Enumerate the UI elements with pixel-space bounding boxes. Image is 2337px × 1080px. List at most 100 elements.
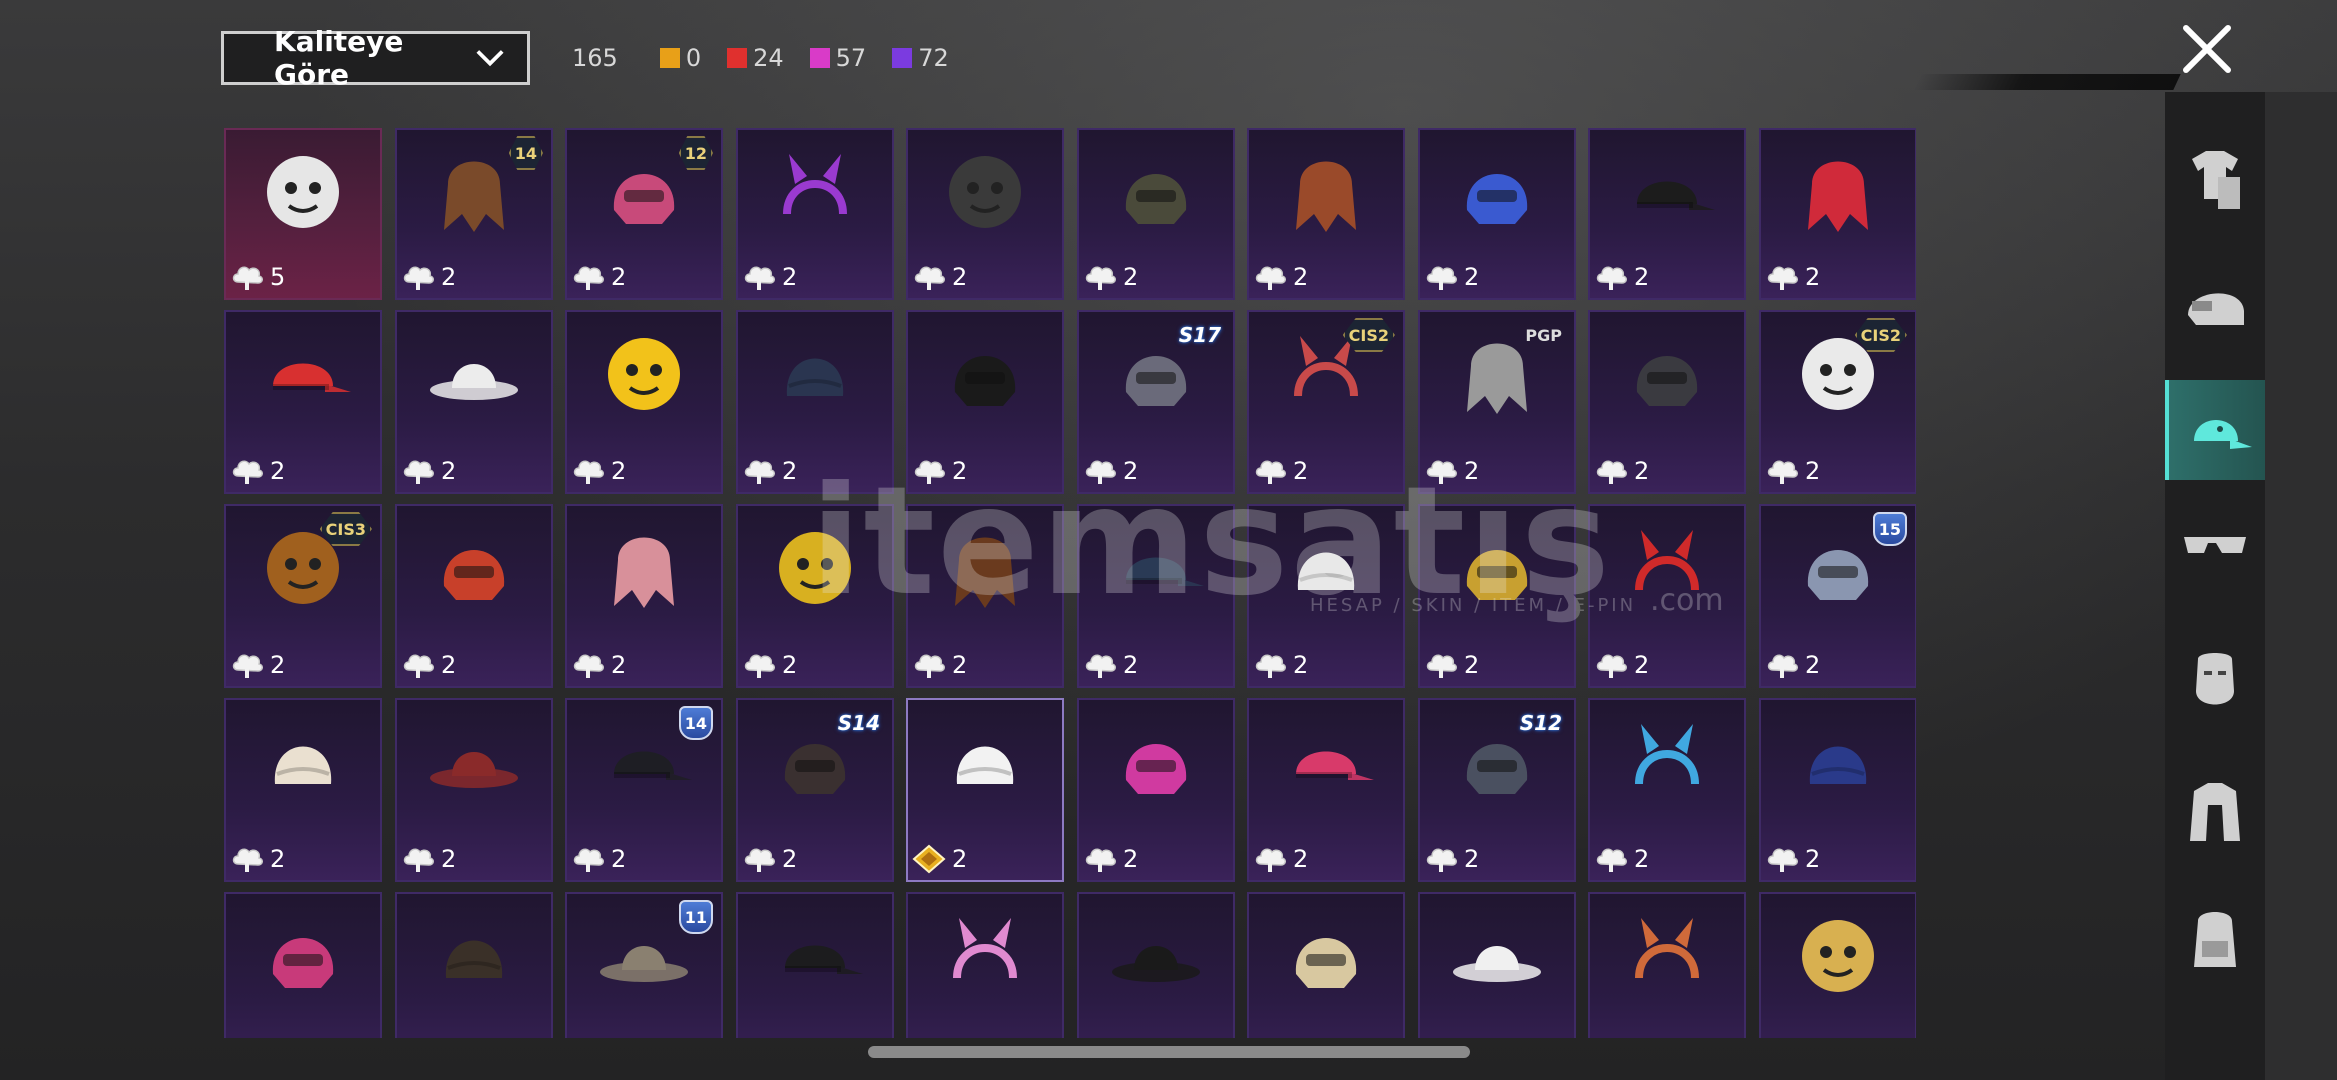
item-tile[interactable]: 2 <box>736 504 894 688</box>
item-tile[interactable]: 2 <box>1077 698 1235 882</box>
item-quantity-value: 2 <box>1293 263 1309 291</box>
item-tile[interactable]: 2 <box>1759 128 1916 300</box>
cloud-token-icon <box>573 654 604 678</box>
item-tile[interactable]: 11 2 <box>565 892 723 1038</box>
sort-dropdown[interactable]: Kaliteye Göre <box>221 25 530 91</box>
glasses-tab[interactable] <box>2165 494 2265 594</box>
white-hood-icon <box>956 746 1014 784</box>
red-football-helmet-icon <box>443 550 505 600</box>
rarity-counts: 165 0 24 57 72 <box>572 40 961 76</box>
season-badge: S12 <box>1519 711 1562 735</box>
white-beanie-icon <box>1297 552 1355 590</box>
item-tile[interactable]: 2 <box>224 892 382 1038</box>
item-tile[interactable]: 2 <box>736 128 894 300</box>
item-tile[interactable]: 2 <box>395 892 553 1038</box>
rarity-count-value: 0 <box>685 44 702 72</box>
item-tile[interactable]: 2 <box>1588 892 1746 1038</box>
rarity-swatch-pink <box>809 48 830 68</box>
rail-strip <box>2265 92 2337 1080</box>
item-tile[interactable]: 2 <box>1588 504 1746 688</box>
item-tile[interactable]: 2 <box>1247 698 1405 882</box>
item-tile[interactable]: 2 <box>1077 892 1235 1038</box>
item-tile[interactable]: S17 2 <box>1077 310 1235 494</box>
item-quantity: 2 <box>1083 648 1138 682</box>
hat-tab[interactable] <box>2165 380 2265 480</box>
cloud-token-icon <box>403 266 434 290</box>
item-tile[interactable]: 2 <box>1418 892 1576 1038</box>
item-quantity: 2 <box>571 454 626 488</box>
item-tile[interactable]: S12 2 <box>1418 698 1576 882</box>
item-tile[interactable]: 2 <box>736 310 894 494</box>
item-tile[interactable]: 2 <box>395 310 553 494</box>
item-quantity-value: 2 <box>1634 651 1650 679</box>
cloud-token-icon <box>1767 654 1798 678</box>
item-quantity: 2 <box>912 1036 967 1038</box>
cloud-token-icon <box>914 654 945 678</box>
item-quantity-value: 2 <box>441 845 457 873</box>
cloud-token-icon <box>403 460 434 484</box>
item-tile[interactable]: 2 <box>1588 310 1746 494</box>
item-tile[interactable]: 2 <box>1077 504 1235 688</box>
cloud-token-icon <box>1085 266 1116 290</box>
cloud-token-icon <box>1255 460 1286 484</box>
item-tile[interactable]: 2 <box>906 310 1064 494</box>
item-quantity: 2 <box>1424 842 1479 876</box>
item-tile[interactable]: 2 <box>906 128 1064 300</box>
item-tile[interactable]: 2 <box>1759 892 1916 1038</box>
item-tile[interactable]: 5 <box>224 128 382 300</box>
red-white-bandana-icon <box>1635 530 1699 591</box>
item-quantity: 2 <box>401 454 456 488</box>
mask-tab[interactable] <box>2165 632 2265 732</box>
item-tile[interactable]: 2 <box>1759 698 1916 882</box>
yellow-mech-mask-icon <box>779 532 851 604</box>
cloud-token-icon <box>573 266 604 290</box>
item-tile[interactable]: 15 2 <box>1759 504 1916 688</box>
cloud-token-icon <box>1085 848 1116 872</box>
item-tile[interactable]: 2 <box>1588 128 1746 300</box>
item-tile[interactable]: 2 <box>906 504 1064 688</box>
item-tile[interactable]: S14 2 <box>736 698 894 882</box>
item-tile[interactable]: 2 <box>1247 892 1405 1038</box>
item-tile[interactable]: 2 <box>565 310 723 494</box>
item-tile[interactable]: 2 <box>224 698 382 882</box>
item-tile[interactable]: 14 2 <box>395 128 553 300</box>
jacket-tab[interactable] <box>2165 762 2265 862</box>
mask-icon <box>2196 653 2234 705</box>
item-tile[interactable]: PGP 2 <box>1418 310 1576 494</box>
pirate-hat-icon <box>1112 946 1200 982</box>
outfit-tab[interactable] <box>2165 128 2265 228</box>
item-tile[interactable]: CIS3 2 <box>224 504 382 688</box>
item-tile[interactable]: CIS2 2 <box>1247 310 1405 494</box>
item-quantity-value: 2 <box>782 263 798 291</box>
item-tile[interactable]: CIS2 2 <box>1759 310 1916 494</box>
item-tile[interactable]: 2 <box>224 310 382 494</box>
item-quantity: 2 <box>912 260 967 294</box>
item-tile[interactable]: 2 <box>395 698 553 882</box>
item-tile[interactable]: 14 2 <box>565 698 723 882</box>
item-quantity: 2 <box>230 1036 285 1038</box>
helmet-tab[interactable] <box>2165 258 2265 358</box>
item-tile[interactable]: 12 2 <box>565 128 723 300</box>
item-tile[interactable]: 2 <box>565 504 723 688</box>
item-tile[interactable]: 2 <box>1588 698 1746 882</box>
backpack-icon <box>2194 912 2236 967</box>
home-indicator[interactable] <box>868 1046 1470 1058</box>
season-badge: 15 <box>1872 512 1907 546</box>
item-tile[interactable]: 2 <box>1077 128 1235 300</box>
cloud-token-icon <box>1426 266 1457 290</box>
item-tile[interactable]: 2 <box>1418 504 1576 688</box>
item-tile[interactable]: 2 <box>736 892 894 1038</box>
backpack-tab[interactable] <box>2165 888 2265 988</box>
close-icon[interactable] <box>2180 22 2234 76</box>
item-tile[interactable]: 2 <box>1247 128 1405 300</box>
pink-black-cap-icon <box>1296 751 1374 780</box>
item-tile[interactable]: 2 <box>1247 504 1405 688</box>
rarity-count-value: 72 <box>918 44 949 72</box>
item-tile[interactable]: 2 <box>906 698 1064 882</box>
item-quantity: 2 <box>401 1036 456 1038</box>
item-tile[interactable]: 2 <box>395 504 553 688</box>
item-tile[interactable]: 2 <box>906 892 1064 1038</box>
item-quantity: 2 <box>571 1036 626 1038</box>
item-quantity: 2 <box>230 842 285 876</box>
item-tile[interactable]: 2 <box>1418 128 1576 300</box>
